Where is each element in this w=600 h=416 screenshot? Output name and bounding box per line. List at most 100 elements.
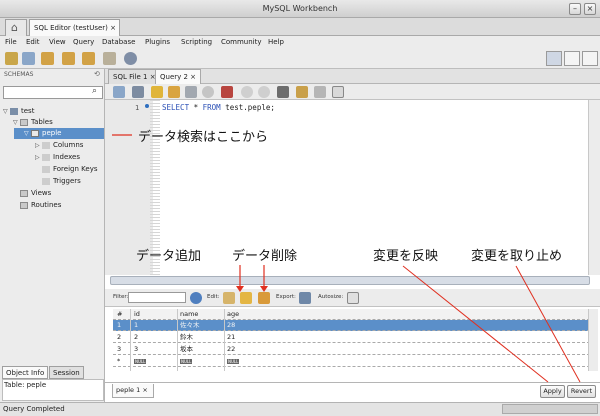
close-window-icon[interactable]: ×: [584, 3, 596, 15]
stop-icon[interactable]: [202, 86, 214, 98]
apply-button[interactable]: Apply: [540, 385, 565, 398]
sql-editor-tab[interactable]: SQL Editor (testUser) ×: [29, 19, 120, 36]
close-tab-icon[interactable]: ×: [140, 386, 147, 394]
table-row[interactable]: 3 3 坂本 22: [113, 344, 595, 355]
editor-vertical-scrollbar[interactable]: [588, 100, 600, 275]
cell-age[interactable]: 28: [227, 320, 235, 331]
menu-help[interactable]: Help: [268, 36, 284, 49]
menu-edit[interactable]: Edit: [26, 36, 40, 49]
open-file-icon[interactable]: [113, 86, 125, 98]
close-tab-icon[interactable]: ×: [110, 24, 116, 32]
expand-arrow-icon[interactable]: ▽: [13, 117, 20, 128]
expand-arrow-icon[interactable]: ▷: [35, 152, 42, 163]
home-tab[interactable]: ⌂: [5, 19, 27, 36]
table-name: peple: [42, 129, 62, 137]
column-header[interactable]: name: [180, 309, 198, 320]
expand-arrow-icon[interactable]: ▷: [35, 140, 42, 151]
new-table-icon[interactable]: [62, 52, 75, 65]
tab-query-2[interactable]: Query 2 ×: [155, 69, 202, 84]
menu-plugins[interactable]: Plugins: [145, 36, 170, 49]
explain-icon[interactable]: [185, 86, 197, 98]
tree-columns[interactable]: ▷ Columns: [35, 140, 83, 151]
cell-id[interactable]: 3: [134, 344, 138, 355]
autosize-icon[interactable]: [347, 292, 359, 304]
sql-table-ref: test.peple;: [220, 103, 275, 112]
delete-row-icon[interactable]: [258, 292, 270, 304]
columns-label: Columns: [53, 141, 84, 149]
tree-triggers[interactable]: Triggers: [35, 176, 81, 187]
refresh-schemas-icon[interactable]: ⟲: [94, 70, 100, 78]
invisibles-icon[interactable]: [332, 86, 344, 98]
tree-table-peple[interactable]: ▽ peple: [24, 128, 61, 139]
rollback-icon[interactable]: [258, 86, 270, 98]
menu-database[interactable]: Database: [102, 36, 135, 49]
grid-vertical-scrollbar[interactable]: [588, 309, 598, 371]
toggle-secondary-sidebar-button[interactable]: [582, 51, 598, 66]
schema-search-input[interactable]: [3, 86, 103, 99]
insert-row-icon[interactable]: [240, 292, 252, 304]
tree-tables-folder[interactable]: ▽ Tables: [13, 117, 53, 128]
menu-community[interactable]: Community: [221, 36, 262, 49]
auto-commit-icon[interactable]: [277, 86, 289, 98]
menu-scripting[interactable]: Scripting: [181, 36, 212, 49]
minimize-icon[interactable]: –: [569, 3, 581, 15]
menu-view[interactable]: View: [49, 36, 66, 49]
refresh-icon[interactable]: [190, 292, 202, 304]
expand-arrow-icon[interactable]: ▽: [3, 106, 10, 117]
filter-input[interactable]: [128, 292, 186, 303]
tab-sql-file-1[interactable]: SQL File 1 ×: [108, 69, 161, 84]
session-tab[interactable]: Session: [49, 366, 84, 379]
table-row[interactable]: 2 2 鈴木 21: [113, 332, 595, 343]
menu-file[interactable]: File: [5, 36, 17, 49]
tree-schema-test[interactable]: ▽ test: [3, 106, 34, 117]
status-progress-area: [502, 404, 598, 414]
menu-query[interactable]: Query: [73, 36, 94, 49]
triggers-label: Triggers: [53, 177, 81, 185]
toggle-sidebar-button[interactable]: [546, 51, 562, 66]
cell-name[interactable]: 佐々木: [180, 320, 200, 331]
save-icon[interactable]: [132, 86, 144, 98]
sql-statement[interactable]: SELECT * FROM test.peple;: [162, 103, 275, 112]
tree-indexes[interactable]: ▷ Indexes: [35, 152, 80, 163]
toggle-continue-icon[interactable]: [221, 86, 233, 98]
toggle-output-button[interactable]: [564, 51, 580, 66]
commit-icon[interactable]: [241, 86, 253, 98]
revert-button[interactable]: Revert: [567, 385, 596, 398]
cell-age[interactable]: 21: [227, 332, 235, 343]
find-icon[interactable]: [314, 86, 326, 98]
object-info-tab[interactable]: Object Info: [2, 366, 49, 379]
execute-icon[interactable]: [151, 86, 163, 98]
expand-arrow-icon[interactable]: ▽: [24, 128, 31, 139]
open-sql-icon[interactable]: [22, 52, 35, 65]
new-schema-icon[interactable]: [41, 52, 54, 65]
cell-id[interactable]: 2: [134, 332, 138, 343]
table-row[interactable]: 1 1 佐々木 28: [113, 320, 595, 331]
column-header[interactable]: #: [117, 309, 122, 320]
export-icon[interactable]: [299, 292, 311, 304]
annotation-apply: 変更を反映: [373, 249, 439, 264]
result-tab-peple[interactable]: peple 1 ×: [112, 384, 154, 398]
editor-horizontal-scrollbar[interactable]: [110, 276, 590, 285]
new-routine-icon[interactable]: [103, 52, 116, 65]
tree-views[interactable]: Views: [13, 188, 51, 199]
close-tab-icon[interactable]: ×: [188, 73, 196, 81]
execute-current-icon[interactable]: [168, 86, 180, 98]
cell-age[interactable]: 22: [227, 344, 235, 355]
new-view-icon[interactable]: [82, 52, 95, 65]
tree-foreign-keys[interactable]: Foreign Keys: [35, 164, 97, 175]
column-header[interactable]: id: [134, 309, 140, 320]
cell-name[interactable]: 鈴木: [180, 332, 193, 343]
cell-id[interactable]: 1: [134, 320, 138, 331]
edit-row-icon[interactable]: [223, 292, 235, 304]
beautify-icon[interactable]: [296, 86, 308, 98]
new-query-icon[interactable]: [5, 52, 18, 65]
column-header[interactable]: age: [227, 309, 239, 320]
cell-name[interactable]: 坂本: [180, 344, 193, 355]
new-row[interactable]: * NULL NULL NULL: [113, 356, 595, 367]
statement-marker-icon: [145, 104, 149, 108]
row-number: 3: [117, 345, 122, 353]
tree-routines[interactable]: Routines: [13, 200, 61, 211]
autosize-label: Autosize:: [318, 294, 344, 300]
row-number: 2: [117, 333, 122, 341]
user-icon[interactable]: [124, 52, 137, 65]
